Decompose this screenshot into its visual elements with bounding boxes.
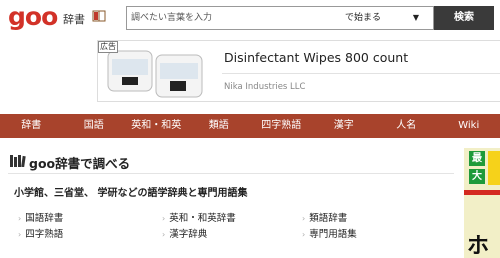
link-label: 英和・和英辞書 <box>169 213 236 224</box>
link-label: 類語辞書 <box>309 213 348 224</box>
link-english-dictionary[interactable]: › 英和・和英辞書 <box>162 210 236 224</box>
nav-item-japanese[interactable]: 国語 <box>63 114 126 138</box>
dropdown-arrow-icon: ▼ <box>412 13 419 22</box>
search-mode-select[interactable]: で始まる ▼ <box>337 7 433 29</box>
link-japanese-dictionary[interactable]: › 国語辞書 <box>18 210 63 224</box>
chevron-right-icon: › <box>302 214 306 223</box>
section-subtitle: 小学館、三省堂、 学研などの語学辞典と専門用語集 <box>14 188 248 199</box>
ad-tag: 広告 <box>98 41 118 53</box>
nav-item-names[interactable]: 人名 <box>375 114 438 138</box>
nav-item-thesaurus[interactable]: 類語 <box>188 114 251 138</box>
side-ad-highlight <box>488 151 500 185</box>
side-ad[interactable]: 最 大 ホ <box>464 148 500 258</box>
chevron-right-icon: › <box>18 230 22 239</box>
ad-divider <box>222 73 500 74</box>
header: goo 辞書 で始まる ▼ 検索 <box>0 0 500 38</box>
section-title: goo辞書で調べる <box>29 156 131 171</box>
side-ad-badge: 大 <box>469 169 485 184</box>
main-section: goo辞書で調べる 小学館、三省堂、 学研などの語学辞典と専門用語集 › 国語辞書… <box>0 146 455 258</box>
nav-item-idioms[interactable]: 四字熟語 <box>250 114 313 138</box>
books-icon <box>10 155 26 167</box>
chevron-right-icon: › <box>162 214 166 223</box>
chevron-right-icon: › <box>162 230 166 239</box>
nav-item-wiki[interactable]: Wiki <box>438 114 500 138</box>
nav-item-kanji[interactable]: 漢字 <box>313 114 376 138</box>
wipes-product-image <box>107 50 203 98</box>
link-kanji-dictionary[interactable]: › 漢字辞典 <box>162 226 207 240</box>
chevron-right-icon: › <box>18 214 22 223</box>
search-mode-label: で始まる <box>345 13 382 23</box>
section-divider <box>8 173 454 174</box>
chevron-right-icon: › <box>302 230 306 239</box>
link-glossary[interactable]: › 専門用語集 <box>302 226 357 240</box>
link-label: 漢字辞典 <box>169 229 208 240</box>
link-label: 専門用語集 <box>309 229 357 240</box>
search-box: で始まる ▼ <box>126 6 434 30</box>
ad-title[interactable]: Disinfectant Wipes 800 count <box>224 50 408 65</box>
link-idioms[interactable]: › 四字熟語 <box>18 226 63 240</box>
category-nav: 辞書 国語 英和・和英 類語 四字熟語 漢字 人名 Wiki <box>0 114 500 138</box>
side-ad-text: ホ <box>467 234 490 258</box>
link-thesaurus[interactable]: › 類語辞書 <box>302 210 347 224</box>
side-ad-badge: 最 <box>469 151 485 166</box>
link-label: 四字熟語 <box>25 229 64 240</box>
search-input[interactable] <box>131 7 331 29</box>
link-label: 国語辞書 <box>25 213 64 224</box>
book-icon <box>92 10 106 22</box>
nav-item-dictionary[interactable]: 辞書 <box>0 114 63 138</box>
dictionary-label[interactable]: 辞書 <box>63 11 85 27</box>
search-button[interactable]: 検索 <box>434 6 494 30</box>
nav-item-english[interactable]: 英和・和英 <box>125 114 188 138</box>
goo-logo[interactable]: goo <box>8 2 58 32</box>
ad-banner[interactable]: 広告 Disinfectant Wipes 800 count Nika Ind… <box>97 40 500 102</box>
side-ad-stripe <box>464 190 500 195</box>
ad-company[interactable]: Nika Industries LLC <box>224 82 305 92</box>
